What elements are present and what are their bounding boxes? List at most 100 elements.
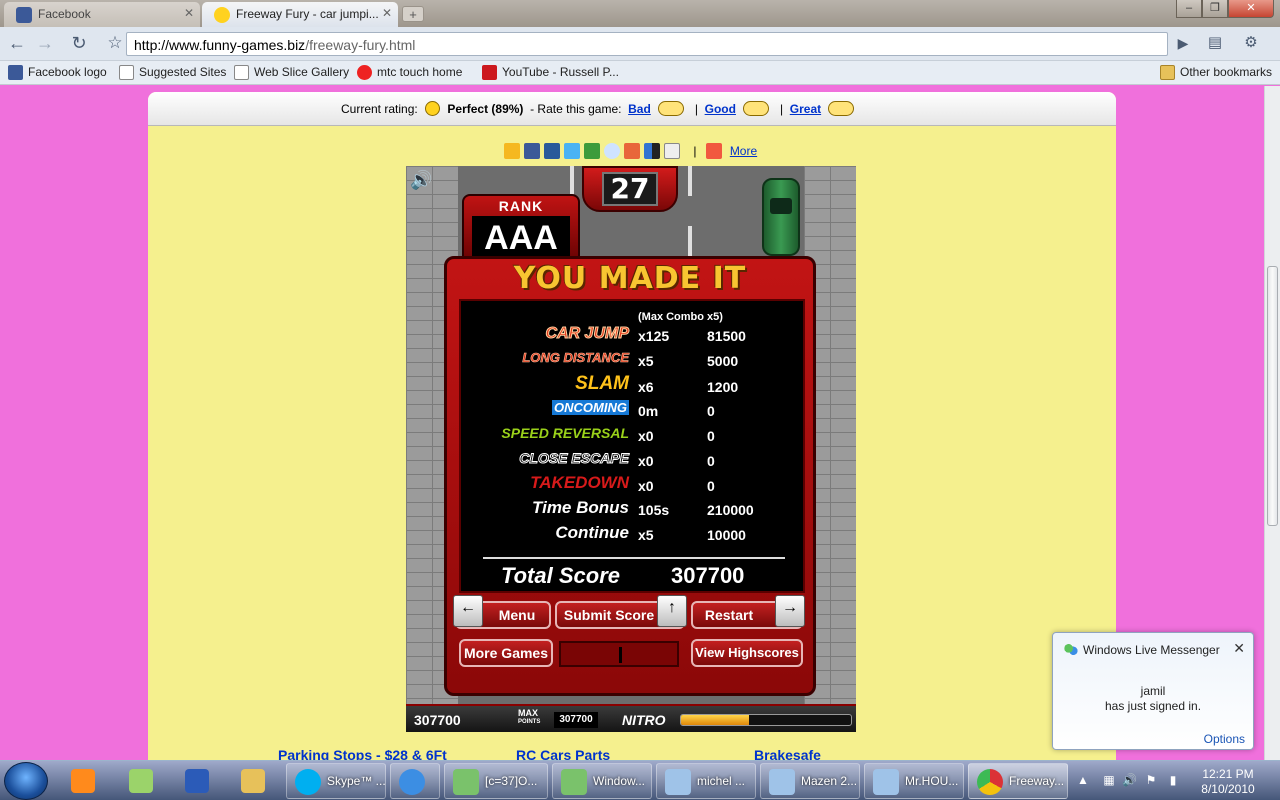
action-center-flag-icon[interactable]: ⚑ [1144, 773, 1158, 787]
thumbs-down-smiley-icon[interactable] [658, 101, 685, 116]
more-games-button[interactable]: More Games [459, 639, 553, 667]
nitro-meter [680, 714, 852, 726]
bookmark-label: Web Slice Gallery [254, 65, 350, 79]
task-label: michel ... [697, 774, 746, 788]
pinned-word[interactable] [172, 764, 222, 798]
timer-box: 27 [582, 166, 678, 212]
submit-score-button-label: Submit Score [563, 607, 655, 623]
ad-link-parking-stops[interactable]: Parking Stops - $28 & 6Ft [278, 747, 447, 760]
address-bar[interactable]: http://www.funny-games.biz/freeway-fury.… [126, 32, 1168, 56]
myspace-share-icon[interactable] [544, 143, 560, 159]
separator: | [693, 144, 697, 158]
pinned-photo-gallery[interactable] [116, 764, 166, 798]
facebook-share-icon[interactable] [524, 143, 540, 159]
notification-title: Windows Live Messenger [1083, 643, 1220, 657]
notification-message: has just signed in. [1104, 699, 1202, 713]
back-icon[interactable]: ← [6, 33, 28, 55]
bookmark-label: mtc touch home [377, 65, 463, 79]
addthis-plus-icon[interactable] [705, 143, 722, 159]
minimize-button[interactable]: – [1176, 0, 1202, 18]
slot-marker [619, 647, 622, 663]
messenger-icon [453, 769, 479, 795]
task-label: Mazen 2... [801, 774, 858, 788]
score-row: TAKEDOWN x0 0 [461, 473, 807, 497]
task-messenger-mazen[interactable]: Mazen 2... [760, 763, 860, 799]
bookmark-web-slice-gallery[interactable]: Web Slice Gallery [234, 65, 350, 80]
volume-icon[interactable]: 🔊 [1122, 773, 1137, 787]
task-messenger-window[interactable]: Window... [552, 763, 652, 799]
close-icon[interactable]: ✕ [382, 6, 392, 20]
page-menu-icon[interactable]: ▤ [1204, 33, 1226, 55]
rate-bad-link[interactable]: Bad [628, 102, 651, 116]
score-row-value: 210000 [707, 502, 754, 518]
close-icon[interactable]: ✕ [1233, 640, 1245, 657]
bookmark-facebook-logo[interactable]: Facebook logo [8, 65, 107, 80]
grinning-smiley-icon[interactable] [828, 101, 855, 116]
ad-link-brakesafe[interactable]: Brakesafe [754, 747, 821, 760]
score-row-value: 0 [707, 403, 715, 419]
notification-options-link[interactable]: Options [1204, 732, 1245, 746]
maximize-button[interactable]: ❐ [1202, 0, 1228, 18]
start-button[interactable] [4, 762, 48, 800]
new-tab-button[interactable]: + [402, 6, 424, 22]
messenger-notification[interactable]: Windows Live Messenger ✕ jamil has just … [1052, 632, 1254, 750]
ad-link-rc-cars-parts[interactable]: RC Cars Parts [516, 747, 610, 760]
tab-freeway-fury[interactable]: Freeway Fury - car jumpi... ✕ [202, 2, 398, 27]
task-internet-explorer[interactable] [390, 763, 440, 799]
page-scrollbar[interactable] [1264, 86, 1280, 760]
email-share-icon[interactable] [664, 143, 680, 159]
taskbar-clock[interactable]: 12:21 PM 8/10/2010 [1190, 767, 1266, 797]
other-bookmarks[interactable]: Other bookmarks [1160, 65, 1272, 80]
smiley-favicon-icon [214, 7, 230, 23]
score-row-value: 0 [707, 478, 715, 494]
digg-share-icon[interactable] [624, 143, 640, 159]
score-row-label: SPEED REVERSAL [501, 425, 629, 441]
pinned-media-player[interactable] [58, 764, 108, 798]
max-points-label: MAX POINTS [518, 709, 540, 727]
twitter-share-icon[interactable] [564, 143, 580, 159]
window-close-button[interactable]: ✕ [1228, 0, 1274, 18]
total-divider [483, 557, 785, 559]
share-more-link[interactable]: More [730, 144, 757, 158]
cool-smiley-icon[interactable] [743, 101, 770, 116]
bookmark-suggested-sites[interactable]: Suggested Sites [119, 65, 226, 80]
favorite-star-icon[interactable] [504, 143, 520, 159]
rate-good-link[interactable]: Good [705, 102, 736, 116]
bookmark-mtc-touch-home[interactable]: mtc touch home [357, 65, 463, 80]
delicious-share-icon[interactable] [644, 143, 660, 159]
game-canvas[interactable]: 🔊 27 RANK AAA YOU MADE IT (Max Combo x5)… [406, 166, 856, 732]
green-car [762, 178, 800, 256]
score-row: Continue x5 10000 [461, 523, 807, 547]
stumbleupon-share-icon[interactable] [584, 143, 600, 159]
total-score-value: 307700 [671, 563, 745, 588]
forward-icon[interactable]: → [34, 33, 56, 55]
clock-time: 12:21 PM [1202, 767, 1254, 781]
task-label: Mr.HOU... [905, 774, 959, 788]
scrollbar-thumb[interactable] [1267, 266, 1278, 526]
pinned-explorer[interactable] [228, 764, 278, 798]
show-hidden-icons-icon[interactable]: ▲ [1076, 773, 1090, 787]
task-chrome-freeway[interactable]: Freeway... [968, 763, 1068, 799]
page-icon [234, 65, 249, 80]
network-icon[interactable]: ▦ [1102, 773, 1116, 787]
rate-game-label: - Rate this game: [530, 102, 622, 116]
bookmark-youtube[interactable]: YouTube - Russell P... [482, 65, 619, 80]
task-messenger-mrhou[interactable]: Mr.HOU... [864, 763, 964, 799]
reload-icon[interactable]: ↻ [68, 33, 90, 55]
task-messenger-conversation-1[interactable]: [c=37]O... [444, 763, 548, 799]
reddit-share-icon[interactable] [604, 143, 620, 159]
go-icon[interactable]: ▶ [1172, 33, 1194, 55]
tab-facebook[interactable]: Facebook ✕ [4, 2, 200, 27]
task-messenger-michel[interactable]: michel ... [656, 763, 756, 799]
close-icon[interactable]: ✕ [184, 6, 194, 20]
score-row-multiplier: x5 [638, 527, 654, 543]
speaker-icon[interactable]: 🔊 [410, 170, 434, 190]
rate-great-link[interactable]: Great [790, 102, 821, 116]
view-highscores-button[interactable]: View Highscores [691, 639, 803, 667]
wrench-icon[interactable]: ⚙ [1240, 33, 1262, 55]
score-row-label: LONG DISTANCE [522, 350, 629, 366]
star-bookmark-icon[interactable]: ☆ [104, 33, 126, 55]
task-skype[interactable]: Skype™ ... [286, 763, 386, 799]
score-row-label: Time Bonus [532, 498, 629, 517]
power-icon[interactable]: ▮ [1166, 773, 1180, 787]
